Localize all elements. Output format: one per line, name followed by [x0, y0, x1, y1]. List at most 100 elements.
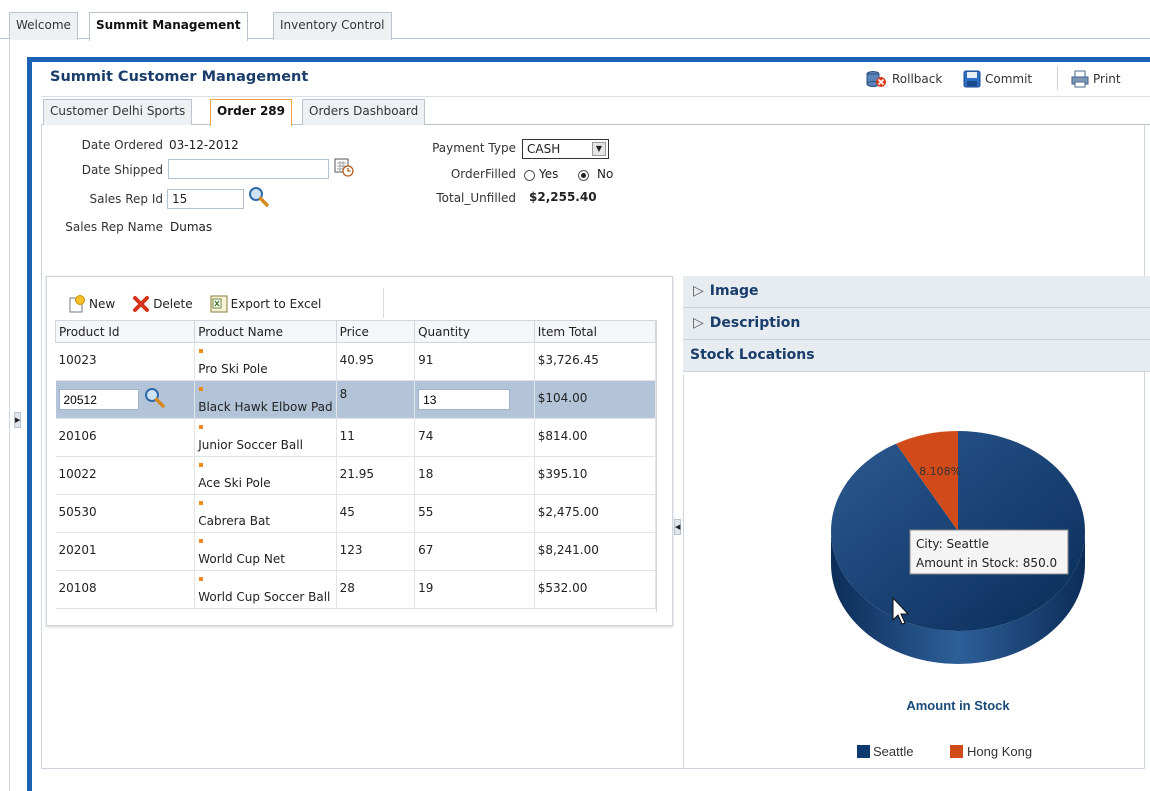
chevron-right-icon: ▷: [693, 315, 704, 331]
cell-price: 45: [336, 494, 416, 533]
export-excel-button[interactable]: Export to Excel: [210, 295, 322, 313]
panel-title: Summit Customer Management: [50, 69, 309, 85]
cell-item-total: $104.00: [534, 380, 657, 419]
sales-rep-id-input[interactable]: [167, 189, 244, 209]
column-header-quantity[interactable]: Quantity: [414, 320, 535, 343]
accordion-image-label: Image: [709, 283, 759, 299]
table-row[interactable]: 50530 Cabrera Bat 45 55 $2,475.00: [55, 494, 657, 533]
table-row[interactable]: 20108 World Cup Soccer Ball 28 19 $532.0…: [55, 570, 657, 609]
delete-button[interactable]: Delete: [132, 295, 193, 313]
cell-product-id: 50530: [55, 494, 196, 533]
cell-item-total: $8,241.00: [534, 532, 657, 571]
legend-label-seattle: Seattle: [873, 744, 913, 759]
cell-price: 21.95: [336, 456, 416, 495]
excel-icon: [210, 295, 228, 313]
tooltip-line-amount: Amount in Stock: 850.0: [916, 556, 1057, 570]
printer-icon: [1071, 70, 1089, 88]
table-row[interactable]: 20201 World Cup Net 123 67 $8,241.00: [55, 532, 657, 571]
search-icon[interactable]: [144, 387, 166, 409]
commit-label: Commit: [985, 72, 1033, 86]
top-tab-bar: Welcome Summit Management Inventory Cont…: [0, 0, 1150, 41]
payment-type-label: Payment Type: [432, 141, 516, 155]
center-splitter-toggle[interactable]: ◀: [674, 519, 681, 535]
accordion-stock-locations[interactable]: Stock Locations: [683, 340, 1150, 372]
stock-pie-chart: 8.108% Amount in Stock Seattle Hong Kong…: [831, 431, 1085, 759]
chevron-right-icon: ▷: [693, 283, 704, 299]
table-header-row: Product Id Product Name Price Quantity I…: [54, 320, 657, 343]
table-row-selected[interactable]: Black Hawk Elbow Pad 8 $104.00: [55, 380, 657, 419]
cell-product-name: Black Hawk Elbow Pad: [194, 380, 337, 419]
table-toolbar: New Delete Export to Excel: [68, 290, 338, 318]
tab-summit-management[interactable]: Summit Management: [89, 12, 248, 41]
commit-button[interactable]: Commit: [963, 70, 1032, 88]
delete-icon: [133, 296, 150, 312]
table-scroll-edge: [656, 320, 657, 612]
cell-quantity: 67: [414, 532, 535, 571]
new-button[interactable]: New: [68, 295, 115, 313]
quantity-input[interactable]: [418, 389, 511, 410]
save-icon: [963, 70, 981, 88]
payment-type-value: CASH: [527, 142, 561, 156]
pie-slice-label-hong-kong: 8.108%: [919, 465, 961, 478]
accordion-stock-locations-label: Stock Locations: [690, 347, 815, 363]
cell-product-id: 10023: [55, 342, 196, 381]
accordion-description[interactable]: ▷ Description: [683, 308, 1150, 340]
cell-price: 8: [336, 380, 416, 419]
payment-type-select[interactable]: CASH ▼: [522, 139, 609, 159]
cell-price: 123: [336, 532, 416, 571]
sales-rep-id-label: Sales Rep Id: [89, 192, 163, 206]
cell-product-id: 20106: [55, 418, 196, 457]
sales-rep-name-label: Sales Rep Name: [65, 220, 163, 234]
order-items-table: Product Id Product Name Price Quantity I…: [54, 320, 657, 609]
tab-welcome[interactable]: Welcome: [9, 12, 78, 40]
cell-product-id: 20201: [55, 532, 196, 571]
cell-quantity: 19: [414, 570, 535, 609]
column-header-product-id[interactable]: Product Id: [54, 320, 196, 343]
calendar-icon[interactable]: [334, 157, 354, 177]
date-shipped-label: Date Shipped: [81, 163, 163, 177]
cell-product-name: World Cup Soccer Ball: [194, 570, 337, 609]
column-header-item-total[interactable]: Item Total: [533, 320, 657, 343]
tab-customer-delhi-sports[interactable]: Customer Delhi Sports: [43, 99, 193, 125]
rollback-button[interactable]: Rollback: [866, 70, 942, 88]
cell-product-id: 20108: [55, 570, 196, 609]
total-unfilled-label: Total_Unfilled: [436, 191, 516, 205]
cell-quantity: 18: [414, 456, 535, 495]
cell-product-id: 10022: [55, 456, 196, 495]
tab-inventory-control[interactable]: Inventory Control: [273, 12, 392, 40]
order-filled-yes-radio[interactable]: [524, 170, 535, 181]
cell-quantity: 74: [414, 418, 535, 457]
search-icon[interactable]: [248, 186, 270, 208]
tab-orders-dashboard[interactable]: Orders Dashboard: [302, 99, 426, 125]
export-label: Export to Excel: [230, 297, 322, 311]
column-header-product-name[interactable]: Product Name: [194, 320, 337, 343]
date-ordered-value: 03-12-2012: [169, 138, 239, 152]
table-row[interactable]: 10023 Pro Ski Pole 40.95 91 $3,726.45: [55, 342, 657, 381]
print-button[interactable]: Print: [1071, 70, 1121, 88]
print-label: Print: [1093, 72, 1121, 86]
tooltip-line-city: City: Seattle: [916, 537, 989, 551]
legend-swatch-hong-kong: [950, 745, 963, 758]
accordion-image[interactable]: ▷ Image: [683, 276, 1150, 308]
legend-label-hong-kong: Hong Kong: [967, 744, 1032, 759]
sales-rep-name-value: Dumas: [170, 220, 213, 234]
cell-quantity-edit: [414, 380, 535, 419]
chart-tooltip: City: Seattle Amount in Stock: 850.0: [909, 529, 1069, 575]
table-row[interactable]: 10022 Ace Ski Pole 21.95 18 $395.10: [55, 456, 657, 495]
tab-order-289[interactable]: Order 289: [210, 99, 292, 126]
date-shipped-input[interactable]: [168, 159, 329, 179]
cell-product-name: Pro Ski Pole: [194, 342, 337, 381]
date-ordered-label: Date Ordered: [81, 138, 163, 152]
toolbar-divider: [1057, 66, 1058, 90]
table-row[interactable]: 20106 Junior Soccer Ball 11 74 $814.00: [55, 418, 657, 457]
product-id-input[interactable]: [58, 389, 139, 410]
column-header-price[interactable]: Price: [335, 320, 416, 343]
cell-item-total: $532.00: [534, 570, 657, 609]
left-splitter-toggle[interactable]: ▶: [14, 412, 21, 428]
accordion-description-label: Description: [709, 315, 801, 331]
cell-item-total: $3,726.45: [534, 342, 657, 381]
legend: Seattle Hong Kong: [857, 744, 1032, 759]
cell-product-name: Cabrera Bat: [194, 494, 337, 533]
cell-price: 40.95: [336, 342, 416, 381]
order-filled-no-radio[interactable]: [578, 170, 589, 181]
